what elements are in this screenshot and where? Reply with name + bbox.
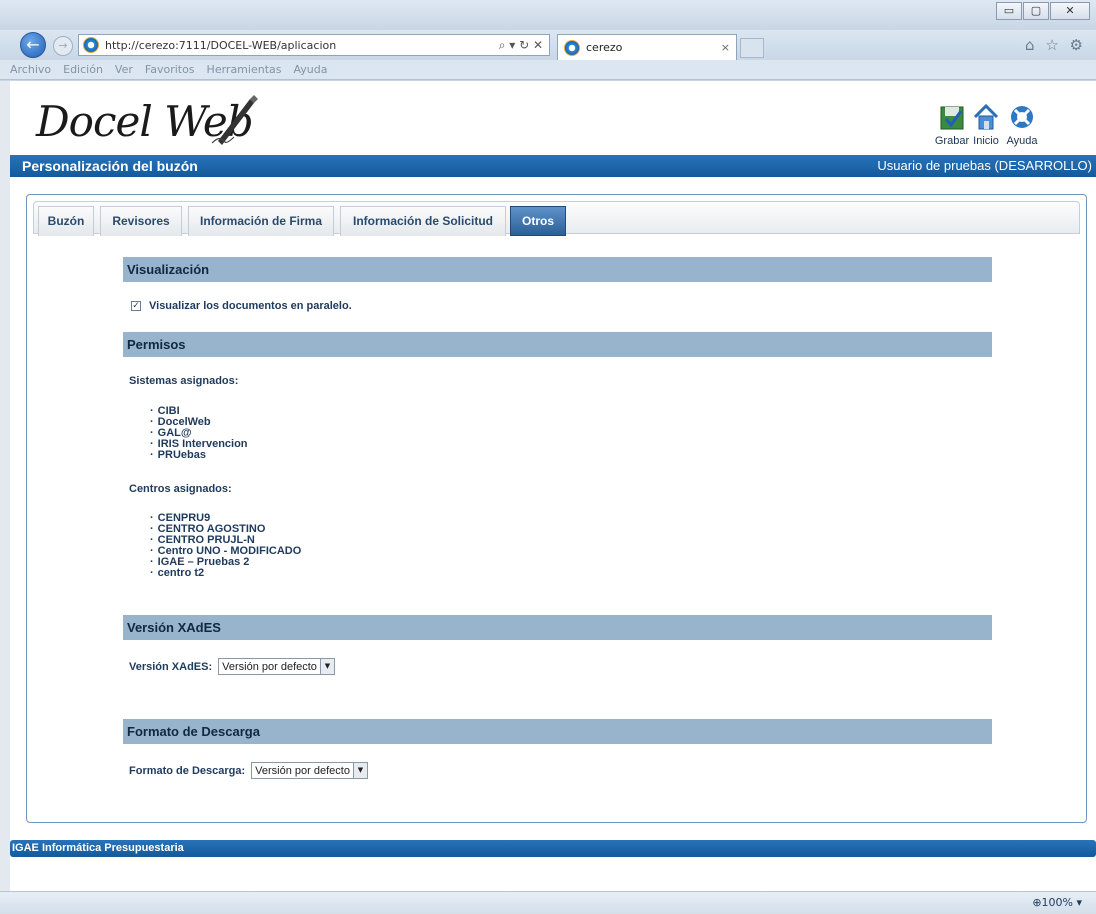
menu-herramientas[interactable]: Herramientas (207, 63, 282, 76)
download-format-select[interactable]: Versión por defecto ▼ (251, 762, 368, 779)
section-formato-descarga: Formato de Descarga (123, 719, 992, 744)
tab-informacion-solicitud[interactable]: Información de Solicitud (340, 206, 506, 236)
browser-tab[interactable]: cerezo × (557, 34, 737, 60)
parallel-view-option[interactable]: ✓ Visualizar los documentos en paralelo. (131, 300, 352, 312)
menu-ver[interactable]: Ver (115, 63, 133, 76)
page-header-bar: Personalización del buzón Usuario de pru… (10, 155, 1096, 177)
status-bar: ⊕100% ▾ (0, 891, 1096, 914)
systems-label: Sistemas asignados: (129, 375, 239, 387)
list-item: centro t2 (150, 568, 301, 579)
save-icon (940, 106, 964, 130)
section-visualizacion: Visualización (123, 257, 992, 282)
menu-bar: Archivo Edición Ver Favoritos Herramient… (0, 60, 1096, 80)
home-label: Inicio (973, 135, 999, 147)
window-controls: ▭ ▢ ✕ (995, 2, 1090, 20)
help-button[interactable]: Ayuda (1004, 103, 1040, 147)
address-bar[interactable]: http://cerezo:7111/DOCEL-WEB/aplicacion … (78, 34, 550, 56)
home-icon (973, 103, 999, 130)
maximize-button[interactable]: ▢ (1023, 2, 1049, 20)
new-tab-button[interactable] (740, 38, 764, 58)
save-button[interactable]: Grabar (932, 103, 972, 147)
section-permisos: Permisos (123, 332, 992, 357)
tab-revisores[interactable]: Revisores (100, 206, 182, 236)
xades-label: Versión XAdES: (129, 660, 213, 673)
parallel-view-label: Visualizar los documentos en paralelo. (149, 300, 352, 312)
settings-panel: Buzón Revisores Información de Firma Inf… (26, 194, 1087, 823)
help-label: Ayuda (1006, 135, 1038, 147)
tab-close-icon[interactable]: × (721, 41, 730, 54)
centers-label: Centros asignados: (129, 483, 232, 495)
address-controls[interactable]: ⌕ ▾ ↻ ✕ (499, 38, 543, 53)
left-edge (0, 81, 10, 891)
xades-select[interactable]: Versión por defecto ▼ (218, 658, 335, 675)
parallel-view-checkbox[interactable]: ✓ (131, 301, 141, 311)
browser-tool-icons[interactable]: ⌂ ☆ ⚙ (1025, 36, 1086, 54)
navigation-bar: ← → http://cerezo:7111/DOCEL-WEB/aplicac… (0, 30, 1096, 60)
chevron-down-icon[interactable]: ▼ (319, 659, 334, 674)
tab-otros[interactable]: Otros (510, 206, 566, 236)
tab-buzon[interactable]: Buzón (38, 206, 94, 236)
window-titlebar: ▭ ▢ ✕ (0, 0, 1096, 30)
minimize-button[interactable]: ▭ (996, 2, 1022, 20)
tab-bar: Buzón Revisores Información de Firma Inf… (33, 201, 1080, 236)
lifebuoy-icon (1011, 106, 1033, 128)
chevron-down-icon[interactable]: ▼ (352, 763, 367, 778)
menu-edicion[interactable]: Edición (63, 63, 103, 76)
footer-bar: IGAE Informática Presupuestaria (10, 840, 1096, 857)
zoom-control[interactable]: ⊕100% ▾ (1032, 896, 1082, 909)
pen-icon (211, 95, 258, 145)
back-button[interactable]: ← (20, 32, 46, 58)
download-format-field: Formato de Descarga: Versión por defecto… (129, 762, 368, 779)
address-url: http://cerezo:7111/DOCEL-WEB/aplicacion (105, 38, 337, 52)
xades-selected-value: Versión por defecto (222, 660, 317, 673)
menu-archivo[interactable]: Archivo (10, 63, 51, 76)
list-item: PRUebas (150, 450, 248, 461)
close-window-button[interactable]: ✕ (1050, 2, 1090, 20)
download-format-selected-value: Versión por defecto (255, 764, 350, 777)
page-title: Personalización del buzón (22, 158, 198, 174)
browser-tab-title: cerezo (586, 41, 623, 54)
user-label: Usuario de pruebas (DESARROLLO) (877, 158, 1092, 173)
xades-field: Versión XAdES: Versión por defecto ▼ (129, 658, 335, 675)
download-format-label: Formato de Descarga: (129, 764, 246, 777)
site-icon (83, 37, 99, 53)
systems-list: CIBI DocelWeb GAL@ IRIS Intervencion PRU… (150, 406, 248, 461)
tab-informacion-firma[interactable]: Información de Firma (188, 206, 334, 236)
centers-list: CENPRU9 CENTRO AGOSTINO CENTRO PRUJL-N C… (150, 513, 302, 579)
tab-site-icon (564, 39, 580, 56)
home-button[interactable]: Inicio (972, 103, 1000, 147)
menu-ayuda[interactable]: Ayuda (293, 63, 327, 76)
section-xades: Versión XAdES (123, 615, 992, 640)
menu-favoritos[interactable]: Favoritos (145, 63, 195, 76)
forward-button[interactable]: → (53, 36, 73, 56)
page-viewport: Docel Web Grabar Inicio Ayuda Personaliz… (10, 81, 1096, 891)
save-label: Grabar (934, 135, 970, 147)
